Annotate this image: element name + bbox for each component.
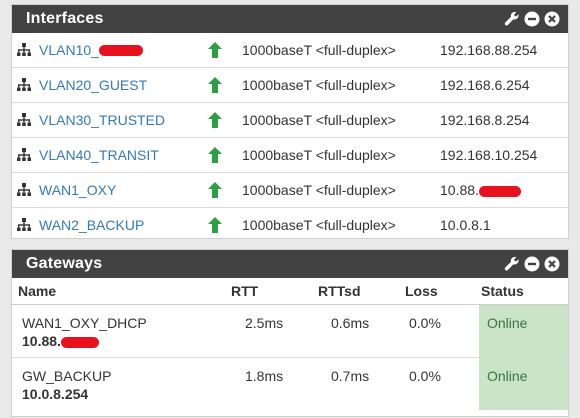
interface-link[interactable]: WAN2_BACKUP bbox=[39, 217, 144, 233]
close-circle-icon[interactable] bbox=[544, 11, 560, 27]
gateways-widget: Gateways Name RTT RTTsd Loss Status WAN1… bbox=[11, 249, 569, 417]
redaction-mark bbox=[478, 185, 521, 197]
gateways-header-row: Name RTT RTTsd Loss Status bbox=[12, 278, 568, 305]
network-icon bbox=[17, 218, 31, 231]
interface-row: VLAN10_ 1000baseT <full-duplex> 192.168.… bbox=[12, 33, 568, 67]
col-header-rttsd: RTTsd bbox=[318, 278, 405, 305]
interfaces-widget: Interfaces VLAN10_ 1000baseT <full-duple… bbox=[11, 4, 569, 239]
interface-name-cell: WAN1_OXY bbox=[12, 182, 208, 198]
interface-media: 1000baseT <full-duplex> bbox=[242, 182, 396, 198]
interface-media: 1000baseT <full-duplex> bbox=[242, 217, 396, 233]
interface-link[interactable]: VLAN20_GUEST bbox=[39, 77, 147, 93]
minus-circle-icon[interactable] bbox=[524, 11, 540, 27]
network-icon bbox=[17, 113, 31, 126]
gateways-heading: Gateways bbox=[12, 250, 568, 278]
gateway-name-cell: WAN1_OXY_DHCP 10.88. bbox=[12, 305, 231, 358]
col-header-loss: Loss bbox=[405, 278, 479, 305]
interfaces-list: VLAN10_ 1000baseT <full-duplex> 192.168.… bbox=[12, 33, 568, 242]
gateway-row: WAN1_OXY_DHCP 10.88. 2.5ms 0.6ms 0.0% On… bbox=[12, 304, 568, 358]
network-icon bbox=[17, 148, 31, 161]
interface-media: 1000baseT <full-duplex> bbox=[242, 77, 396, 93]
interface-ip: 10.0.8.1 bbox=[440, 217, 491, 233]
gateway-rttsd: 0.7ms bbox=[318, 357, 405, 410]
gateway-ip: 10.88. bbox=[22, 333, 61, 349]
interface-ip-cell: 10.88. bbox=[440, 182, 568, 198]
arrow-up-icon bbox=[208, 217, 222, 233]
gateway-ip: 10.0.8.254 bbox=[22, 386, 89, 402]
wrench-icon[interactable] bbox=[504, 11, 520, 27]
gateways-title: Gateways bbox=[26, 255, 103, 272]
redaction-mark bbox=[98, 44, 143, 56]
interfaces-title: Interfaces bbox=[26, 10, 104, 27]
gateways-table: Name RTT RTTsd Loss Status WAN1_OXY_DHCP… bbox=[12, 278, 568, 410]
interface-status bbox=[208, 182, 242, 198]
interface-row: VLAN30_TRUSTED 1000baseT <full-duplex> 1… bbox=[12, 102, 568, 137]
interfaces-heading: Interfaces bbox=[12, 5, 568, 33]
interface-name-cell: VLAN40_TRANSIT bbox=[12, 147, 208, 163]
gateway-loss: 0.0% bbox=[409, 315, 441, 331]
minus-circle-icon[interactable] bbox=[524, 256, 540, 272]
interface-status bbox=[208, 112, 242, 128]
interfaces-heading-controls bbox=[504, 11, 560, 27]
interface-name-cell: VLAN20_GUEST bbox=[12, 77, 208, 93]
network-icon bbox=[17, 78, 31, 91]
network-icon bbox=[17, 43, 31, 56]
gateway-status: Online bbox=[479, 304, 568, 358]
interface-row: VLAN20_GUEST 1000baseT <full-duplex> 192… bbox=[12, 67, 568, 102]
interface-media: 1000baseT <full-duplex> bbox=[242, 112, 396, 128]
arrow-up-icon bbox=[208, 42, 222, 58]
arrow-up-icon bbox=[208, 147, 222, 163]
interface-row: WAN1_OXY 1000baseT <full-duplex> 10.88. bbox=[12, 172, 568, 207]
interface-ip: 192.168.10.254 bbox=[440, 147, 538, 163]
interface-link[interactable]: WAN1_OXY bbox=[39, 182, 116, 198]
wrench-icon[interactable] bbox=[504, 256, 520, 272]
interface-ip: 192.168.6.254 bbox=[440, 77, 530, 93]
col-header-rtt: RTT bbox=[231, 278, 318, 305]
interface-status bbox=[208, 147, 242, 163]
gateway-name: GW_BACKUP bbox=[22, 368, 112, 384]
arrow-up-icon bbox=[208, 182, 222, 198]
gateway-rttsd: 0.6ms bbox=[331, 315, 370, 331]
interface-media: 1000baseT <full-duplex> bbox=[242, 42, 396, 58]
close-circle-icon[interactable] bbox=[544, 256, 560, 272]
gateway-name: WAN1_OXY_DHCP bbox=[22, 315, 147, 331]
interface-name-cell: VLAN30_TRUSTED bbox=[12, 112, 208, 128]
redaction-mark bbox=[60, 336, 99, 348]
interface-row: VLAN40_TRANSIT 1000baseT <full-duplex> 1… bbox=[12, 137, 568, 172]
interface-status bbox=[208, 217, 242, 233]
interface-name-cell: WAN2_BACKUP bbox=[12, 217, 208, 233]
gateway-loss: 0.0% bbox=[405, 357, 479, 410]
interface-link[interactable]: VLAN10_ bbox=[39, 42, 99, 58]
gateway-rtt: 1.8ms bbox=[231, 357, 318, 410]
interface-ip: 192.168.88.254 bbox=[440, 42, 538, 58]
col-header-status: Status bbox=[479, 278, 568, 305]
arrow-up-icon bbox=[208, 77, 222, 93]
network-icon bbox=[17, 183, 31, 196]
gateway-ip-line: 10.88. bbox=[22, 331, 231, 351]
interface-name-cell: VLAN10_ bbox=[12, 42, 208, 58]
arrow-up-icon bbox=[208, 112, 222, 128]
interface-row: WAN2_BACKUP 1000baseT <full-duplex> 10.0… bbox=[12, 207, 568, 242]
col-header-name: Name bbox=[12, 278, 231, 305]
gateway-rtt: 2.5ms bbox=[245, 315, 284, 331]
interface-status bbox=[208, 42, 242, 58]
interface-link[interactable]: VLAN40_TRANSIT bbox=[39, 147, 159, 163]
interface-link[interactable]: VLAN30_TRUSTED bbox=[39, 112, 165, 128]
gateway-status: Online bbox=[479, 357, 568, 410]
gateway-row: GW_BACKUP 10.0.8.254 1.8ms 0.7ms 0.0% On… bbox=[12, 357, 568, 410]
interface-ip: 192.168.8.254 bbox=[440, 112, 530, 128]
interface-media: 1000baseT <full-duplex> bbox=[242, 147, 396, 163]
interface-status bbox=[208, 77, 242, 93]
interface-ip: 10.88. bbox=[440, 182, 479, 198]
gateways-heading-controls bbox=[504, 256, 560, 272]
gateway-name-cell: GW_BACKUP 10.0.8.254 bbox=[12, 357, 231, 410]
